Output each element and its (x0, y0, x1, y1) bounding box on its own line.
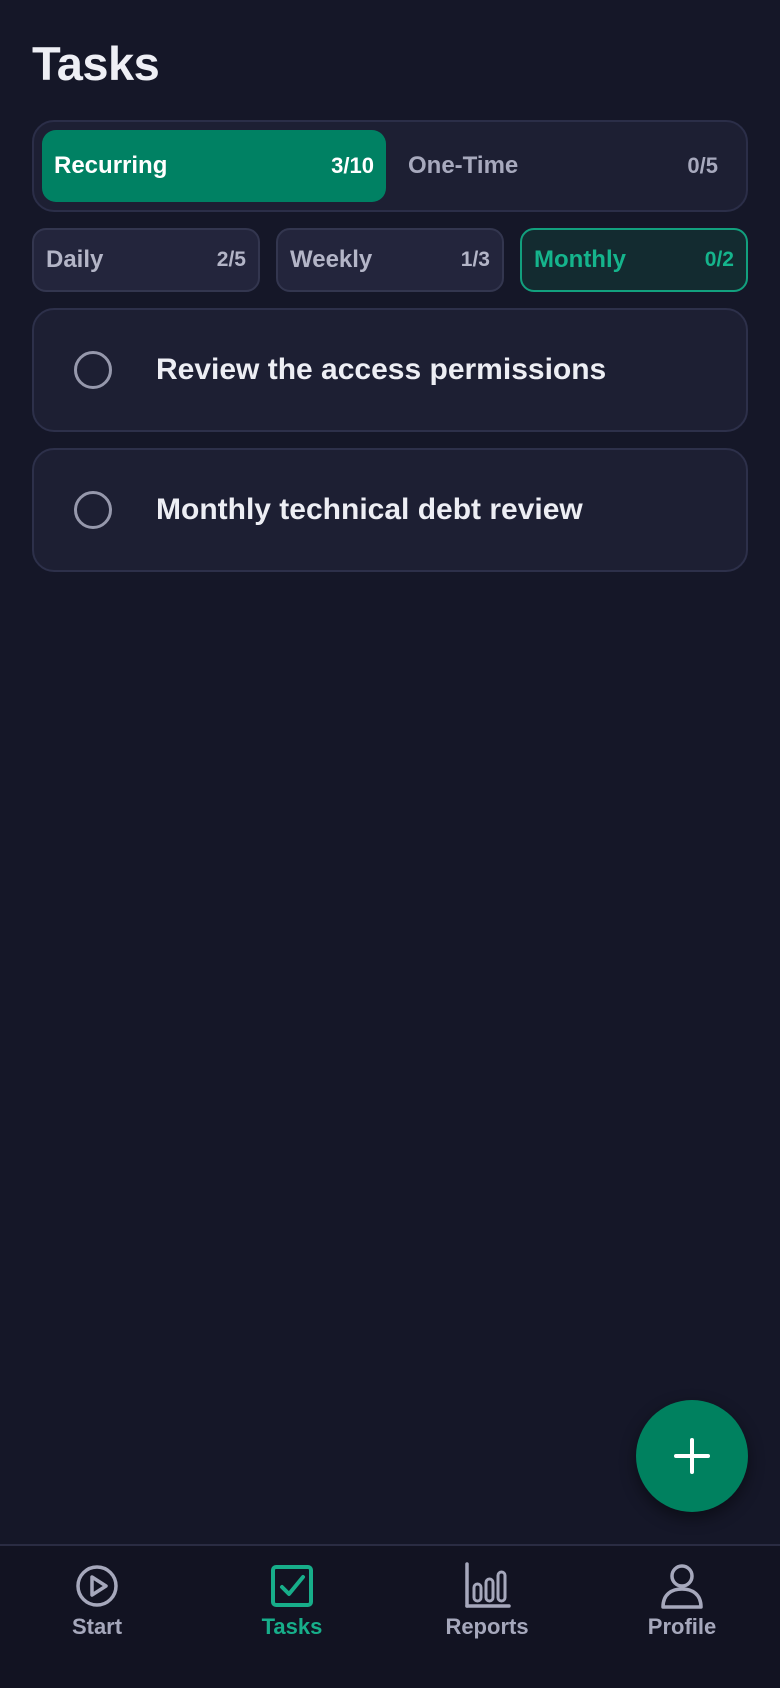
plus-icon (674, 1438, 710, 1474)
nav-item-start[interactable]: Start (17, 1562, 177, 1662)
tasks-screen: Tasks Recurring 3/10 One-Time 0/5 Daily … (0, 0, 780, 1688)
nav-item-tasks[interactable]: Tasks (212, 1562, 372, 1662)
segment-recurring-count: 3/10 (331, 153, 374, 178)
nav-label: Reports (445, 1614, 529, 1639)
filter-chip-count: 1/3 (460, 248, 490, 271)
nav-label: Tasks (261, 1614, 323, 1639)
nav-label: Start (71, 1614, 123, 1639)
task-card[interactable]: Monthly technical debt review (32, 448, 748, 572)
filter-chip-count: 0/2 (704, 248, 734, 271)
add-task-button[interactable] (636, 1400, 748, 1512)
task-checkbox[interactable] (74, 351, 112, 389)
task-title: Monthly technical debt review (156, 493, 583, 526)
filter-chip-weekly[interactable]: Weekly 1/3 (276, 228, 504, 292)
task-checkbox[interactable] (74, 491, 112, 529)
filter-chip-monthly[interactable]: Monthly 0/2 (520, 228, 748, 292)
task-card[interactable]: Review the access permissions (32, 308, 748, 432)
segment-one-time-label: One-Time (408, 152, 519, 179)
segment-one-time-button[interactable]: One-Time 0/5 (392, 130, 738, 202)
check-square-icon (271, 1565, 313, 1607)
filter-chip-label: Weekly (290, 246, 373, 273)
task-title: Review the access permissions (156, 353, 607, 386)
bar-chart-icon (465, 1562, 511, 1608)
bottom-navigation: Start Tasks Reports Profile (0, 1544, 780, 1688)
filter-chip-count: 2/5 (216, 248, 246, 271)
task-type-segmented-control: Recurring 3/10 One-Time 0/5 (32, 120, 748, 212)
filter-chip-label: Daily (46, 246, 104, 273)
segment-recurring-label: Recurring (54, 152, 168, 179)
nav-item-reports[interactable]: Reports (407, 1562, 567, 1662)
segment-one-time-count: 0/5 (687, 153, 718, 178)
nav-item-profile[interactable]: Profile (602, 1562, 762, 1662)
filter-chip-label: Monthly (534, 246, 626, 273)
segment-recurring-button[interactable]: Recurring 3/10 (42, 130, 386, 202)
nav-label: Profile (647, 1614, 717, 1639)
user-icon (661, 1564, 703, 1609)
filter-chip-daily[interactable]: Daily 2/5 (32, 228, 260, 292)
play-circle-icon (76, 1565, 118, 1607)
page-title: Tasks (32, 37, 160, 90)
